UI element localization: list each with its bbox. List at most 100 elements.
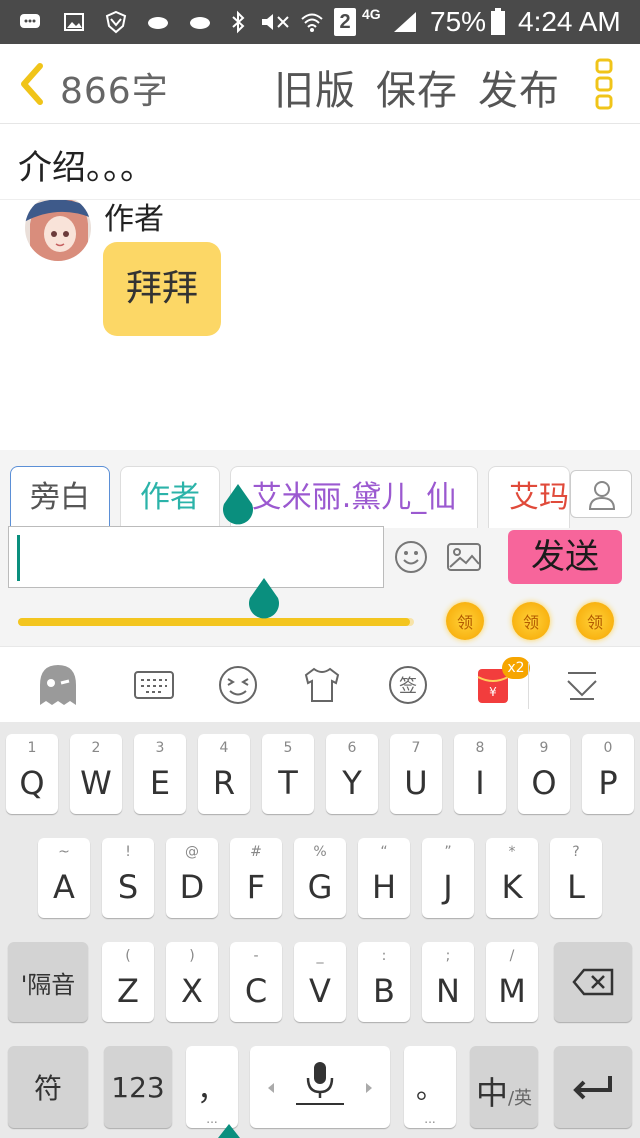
message-bubble[interactable]: 拜拜: [103, 242, 221, 336]
symbols-key[interactable]: 符: [8, 1046, 88, 1128]
image-icon[interactable]: [446, 542, 482, 572]
bluetooth-icon: [232, 10, 245, 34]
battery-percent: 75%: [430, 6, 487, 37]
skin-shirt-icon[interactable]: [298, 661, 346, 709]
backspace-icon: [572, 968, 614, 996]
cloud-icon: [148, 17, 168, 29]
smiley-icon[interactable]: [394, 540, 428, 574]
key-v[interactable]: _ V: [294, 942, 346, 1022]
role-tab-narrator[interactable]: 旁白: [10, 466, 110, 528]
signal-icon: [394, 12, 416, 32]
toolbar-divider: [528, 663, 529, 709]
key-l[interactable]: ? L: [550, 838, 602, 918]
chat-area: 作者 拜拜: [0, 200, 640, 450]
selection-handle-bottom: [218, 1124, 240, 1138]
progress-fill: [18, 618, 411, 626]
author-avatar[interactable]: [24, 200, 92, 262]
keyboard-toolbar: 签 ¥ x2: [0, 646, 640, 722]
key-t[interactable]: 5T: [262, 734, 314, 814]
key-e[interactable]: 3E: [134, 734, 186, 814]
key-f[interactable]: # F: [230, 838, 282, 918]
coin-reward-1[interactable]: 领: [446, 602, 484, 640]
key-y[interactable]: 6Y: [326, 734, 378, 814]
composer-panel: 旁白 作者 艾米丽.黛儿_仙 艾玛 发送 领 领 领: [0, 450, 640, 646]
selection-handle-top[interactable]: [220, 484, 256, 526]
shield-icon: [105, 10, 127, 34]
key-w[interactable]: 2W: [70, 734, 122, 814]
emoji-face-icon[interactable]: [214, 661, 262, 709]
old-version-button[interactable]: 旧版: [274, 58, 356, 116]
key-c[interactable]: -C: [230, 942, 282, 1022]
key-u[interactable]: 7U: [390, 734, 442, 814]
gallery-icon: [64, 13, 84, 31]
cloud-icon-2: [190, 17, 210, 29]
key-q[interactable]: 1Q: [6, 734, 58, 814]
svg-text:¥: ¥: [489, 685, 497, 699]
save-button[interactable]: 保存: [376, 58, 458, 116]
period-key-dots: ...: [424, 1112, 436, 1126]
word-count: 866字: [60, 71, 169, 112]
enter-arrow-icon: [573, 1076, 612, 1100]
author-name: 作者: [104, 202, 164, 237]
key-separator[interactable]: '隔音: [8, 942, 88, 1022]
key-m[interactable]: / M: [486, 942, 538, 1022]
progress-handle[interactable]: [246, 578, 282, 620]
message-icon: [20, 14, 40, 28]
more-menu-icon[interactable]: [594, 58, 614, 110]
sim-slot-badge: 2: [334, 8, 356, 36]
key-n[interactable]: ; N: [422, 942, 474, 1022]
key-x[interactable]: ) X: [166, 942, 218, 1022]
clock: 4:24 AM: [518, 6, 621, 37]
network-type: 4G: [362, 6, 381, 22]
collapse-keyboard-icon[interactable]: [558, 661, 606, 709]
battery-icon: [491, 8, 505, 35]
enter-key[interactable]: [554, 1046, 632, 1128]
lang-main: 中: [475, 1074, 508, 1112]
role-tab-emily[interactable]: 艾米丽.黛儿_仙: [230, 466, 478, 528]
key-p[interactable]: 0P: [582, 734, 634, 814]
add-role-button[interactable]: [570, 470, 632, 518]
message-input[interactable]: [8, 526, 384, 588]
space-key[interactable]: [250, 1046, 390, 1128]
backspace-key[interactable]: [554, 942, 632, 1022]
numbers-key[interactable]: 123: [104, 1046, 172, 1128]
role-tab-author[interactable]: 作者: [120, 466, 220, 528]
key-d[interactable]: @ D: [166, 838, 218, 918]
key-a[interactable]: ~ A: [38, 838, 90, 918]
language-switch-label: 中/英: [470, 1068, 538, 1114]
back-arrow-icon[interactable]: [16, 62, 46, 106]
microphone-icon: [296, 1062, 344, 1105]
key-b[interactable]: :B: [358, 942, 410, 1022]
keyboard: 1Q 2W 3E 4R 5T 6Y 7U 8I 9O 0P ~ A ! S @ D #…: [0, 722, 640, 1138]
key-h[interactable]: “H: [358, 838, 410, 918]
keyboard-icon[interactable]: [130, 661, 178, 709]
signature-icon[interactable]: 签: [384, 661, 432, 709]
wifi-icon: [301, 13, 323, 32]
key-k[interactable]: * K: [486, 838, 538, 918]
key-o[interactable]: 9O: [518, 734, 570, 814]
coin-label-1: 领: [456, 613, 473, 632]
ghost-mascot-icon[interactable]: [34, 661, 82, 709]
coin-reward-3[interactable]: 领: [576, 602, 614, 640]
editor-header: 866字 旧版 保存 发布: [0, 44, 640, 124]
key-r[interactable]: 4R: [198, 734, 250, 814]
mute-icon: [262, 14, 289, 30]
key-i[interactable]: 8I: [454, 734, 506, 814]
person-icon: [588, 481, 616, 510]
red-envelope-badge: x2: [502, 657, 530, 679]
key-j[interactable]: ” J: [422, 838, 474, 918]
key-g[interactable]: % G: [294, 838, 346, 918]
role-tab-emma[interactable]: 艾玛: [488, 466, 570, 528]
status-bar: 2 4G 75% 4:24 AM: [0, 0, 640, 44]
key-s[interactable]: ! S: [102, 838, 154, 918]
intro-text: 介绍。。。: [18, 148, 154, 188]
comma-key[interactable]: ， ...: [186, 1046, 238, 1128]
send-button[interactable]: 发送: [508, 530, 622, 584]
period-key[interactable]: 。 ...: [404, 1046, 456, 1128]
svg-text:签: 签: [399, 676, 417, 697]
publish-button[interactable]: 发布: [478, 58, 560, 116]
intro-section[interactable]: 介绍。。。: [0, 124, 640, 200]
key-z[interactable]: (Z: [102, 942, 154, 1022]
coin-reward-2[interactable]: 领: [512, 602, 550, 640]
language-switch-key[interactable]: 中/英: [470, 1046, 538, 1128]
